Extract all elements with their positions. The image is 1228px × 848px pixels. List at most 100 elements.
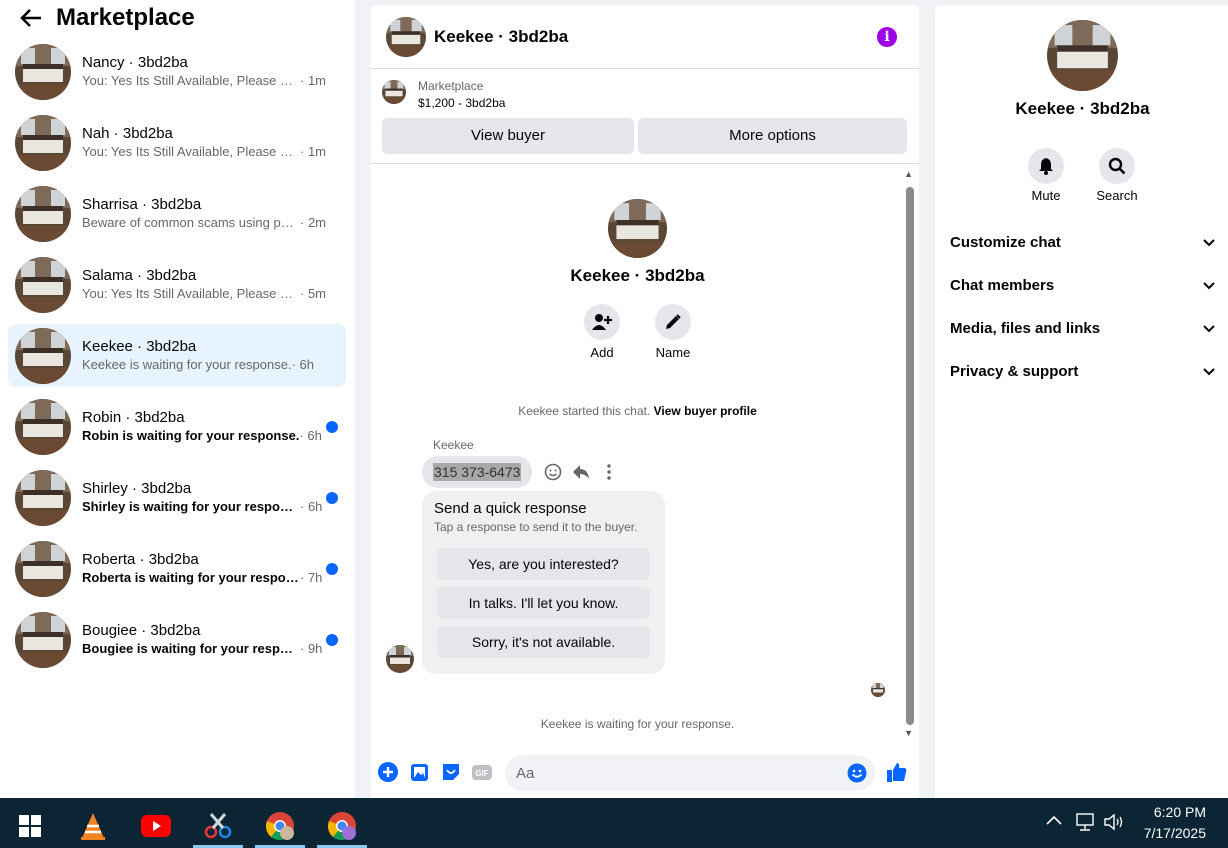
conversation-item[interactable]: Bougiee · 3bd2ba Bougiee is waiting for y…	[8, 608, 346, 671]
search-button[interactable]	[1099, 148, 1135, 184]
mute-button[interactable]	[1028, 148, 1064, 184]
conversation-text: Nah · 3bd2ba You: Yes Its Still Available…	[82, 124, 332, 161]
conversation-time: · 5m	[300, 286, 326, 301]
search-label: Search	[1096, 188, 1138, 203]
conversation-name: Sharrisa · 3bd2ba	[82, 196, 202, 213]
chevron-down-icon	[1203, 238, 1215, 246]
privacy-support-section[interactable]: Privacy & support	[950, 363, 1215, 380]
conversation-item[interactable]: Nah · 3bd2ba You: Yes Its Still Available…	[8, 111, 346, 174]
add-person-button[interactable]	[584, 304, 620, 340]
conversation-message: You: Yes Its Still Available, Please Sen…	[82, 286, 300, 301]
windows-start-icon[interactable]	[5, 804, 55, 848]
chat-members-section[interactable]: Chat members	[950, 277, 1215, 294]
conversation-name: Nah · 3bd2ba	[82, 125, 173, 142]
view-buyer-profile-link[interactable]: View buyer profile	[654, 404, 757, 418]
avatar	[15, 186, 71, 242]
conversation-text: Bougiee · 3bd2ba Bougiee is waiting for y…	[82, 621, 332, 658]
conversation-item[interactable]: Robin · 3bd2ba Robin is waiting for your …	[8, 395, 346, 458]
media-files-links-section[interactable]: Media, files and links	[950, 320, 1215, 337]
quick-response-not-available-button[interactable]: Sorry, it's not available.	[437, 626, 650, 658]
gif-icon[interactable]: GIF	[471, 761, 493, 783]
conversation-message: Shirley is waiting for your response.	[82, 499, 300, 514]
info-icon[interactable]: i	[877, 27, 897, 47]
network-icon[interactable]	[1075, 813, 1095, 836]
conversation-item[interactable]: Roberta · 3bd2ba Roberta is waiting for y…	[8, 537, 346, 600]
media-files-links-label: Media, files and links	[950, 320, 1101, 337]
conversation-item[interactable]: Salama · 3bd2ba You: Yes Its Still Availa…	[8, 253, 346, 316]
conversation-preview: You: Yes Its Still Available, Please Sen…	[82, 285, 332, 303]
quick-response-title: Send a quick response	[434, 500, 587, 517]
message-bubble[interactable]: 315 373-6473	[422, 456, 533, 488]
message-thread: ▲ ▼ Keekee · 3bd2ba Add Name Keekee star…	[371, 165, 919, 741]
conversation-name: Nancy · 3bd2ba	[82, 54, 188, 71]
scroll-down-arrow-icon[interactable]: ▼	[904, 728, 913, 738]
conversation-time: · 9h	[300, 641, 323, 656]
conversation-time: · 6h	[299, 428, 322, 443]
chat-started-text: Keekee started this chat.	[518, 404, 651, 418]
conversation-text: Shirley · 3bd2ba Shirley is waiting for y…	[82, 479, 332, 516]
system-clock[interactable]: 6:20 PM 7/17/2025	[1144, 802, 1206, 844]
sticker-icon[interactable]	[440, 761, 462, 783]
vlc-icon[interactable]	[68, 804, 118, 848]
conversation-item[interactable]: Nancy · 3bd2ba You: Yes Its Still Availab…	[8, 40, 346, 103]
chat-title[interactable]: Keekee · 3bd2ba	[434, 27, 568, 47]
emoji-icon[interactable]	[847, 763, 867, 788]
volume-icon[interactable]	[1103, 813, 1125, 836]
unread-dot-icon	[326, 492, 338, 504]
conversation-time: · 7h	[300, 570, 323, 585]
conversation-name: Bougiee · 3bd2ba	[82, 622, 201, 639]
conversation-preview: Roberta is waiting for your respon... · 7…	[82, 569, 332, 587]
search-icon	[1108, 157, 1126, 175]
message-text: 315 373-6473	[433, 463, 522, 481]
add-label: Add	[590, 345, 614, 360]
marketplace-listing-bar: Marketplace $1,200 - 3bd2ba View buyer M…	[371, 69, 919, 164]
avatar	[15, 44, 71, 100]
chevron-down-icon	[1203, 324, 1215, 332]
avatar	[15, 541, 71, 597]
clock-date: 7/17/2025	[1143, 825, 1206, 841]
chrome-profile-icon[interactable]	[255, 804, 305, 848]
plus-circle-icon[interactable]	[377, 761, 399, 783]
chevron-up-icon[interactable]	[1046, 812, 1062, 830]
snipping-tool-icon[interactable]	[193, 804, 243, 848]
waiting-notice: Keekee is waiting for your response.	[540, 717, 735, 731]
scroll-up-arrow-icon[interactable]: ▲	[904, 169, 913, 179]
message-input-placeholder: Aa	[516, 765, 535, 782]
thumbs-up-icon[interactable]	[886, 761, 908, 783]
message-composer: GIF Aa	[371, 751, 919, 795]
scrollbar[interactable]	[906, 187, 914, 725]
react-smiley-icon[interactable]	[543, 462, 563, 482]
quick-response-interested-button[interactable]: Yes, are you interested?	[437, 548, 650, 580]
conversation-item[interactable]: Shirley · 3bd2ba Shirley is waiting for y…	[8, 466, 346, 529]
listing-thumbnail	[382, 80, 406, 104]
windows-taskbar: 6:20 PM 7/17/2025	[0, 798, 1228, 848]
view-buyer-button[interactable]: View buyer	[382, 118, 634, 154]
quick-response-in-talks-button[interactable]: In talks. I'll let you know.	[437, 587, 650, 619]
more-options-button[interactable]: More options	[638, 118, 907, 154]
more-vertical-icon[interactable]	[599, 462, 619, 482]
photo-icon[interactable]	[409, 761, 431, 783]
conversation-item[interactable]: Keekee · 3bd2ba Keekee is waiting for you…	[8, 324, 346, 387]
message-input[interactable]: Aa	[505, 755, 875, 791]
edit-name-button[interactable]	[655, 304, 691, 340]
marketplace-header: Marketplace	[0, 0, 355, 36]
back-arrow-icon[interactable]	[20, 9, 50, 27]
customize-chat-section[interactable]: Customize chat	[950, 234, 1215, 251]
youtube-icon[interactable]	[131, 804, 181, 848]
conversation-text: Roberta · 3bd2ba Roberta is waiting for y…	[82, 550, 332, 587]
unread-dot-icon	[326, 563, 338, 575]
bell-icon	[1039, 158, 1053, 175]
conversation-message: You: Yes Its Still Available, Please Sen…	[82, 73, 300, 88]
conversation-preview: Robin is waiting for your response. · 6h	[82, 427, 332, 445]
conversation-name: Keekee · 3bd2ba	[82, 338, 197, 355]
conversation-text: Salama · 3bd2ba You: Yes Its Still Availa…	[82, 266, 332, 303]
chat-avatar[interactable]	[386, 17, 426, 57]
seen-indicator-avatar	[871, 683, 885, 697]
reply-icon[interactable]	[571, 462, 591, 482]
conversation-time: · 6h	[291, 357, 314, 372]
conversation-item[interactable]: Sharrisa · 3bd2ba Beware of common scams …	[8, 182, 346, 245]
chrome-profile-icon-2[interactable]	[317, 804, 367, 848]
svg-text:GIF: GIF	[475, 769, 488, 778]
conversation-name: Salama · 3bd2ba	[82, 267, 197, 284]
marketplace-label: Marketplace	[418, 79, 484, 93]
